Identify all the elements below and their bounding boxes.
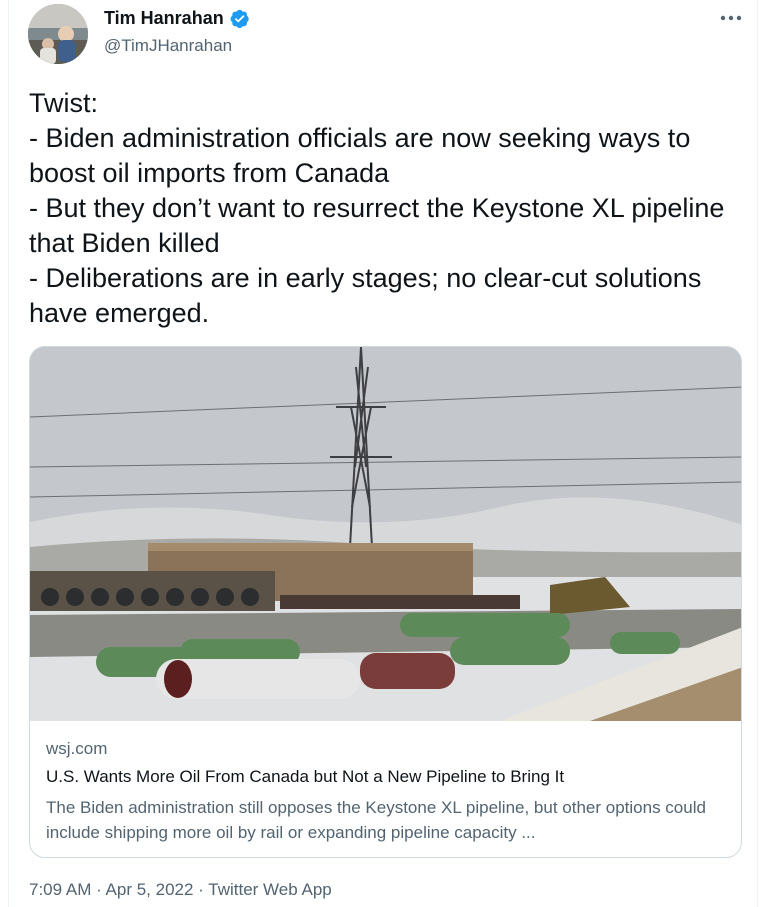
tweet-source[interactable]: Twitter Web App [208, 880, 331, 899]
verified-badge-icon [229, 8, 250, 29]
tweet-metadata: 7:09 AM · Apr 5, 2022 · Twitter Web App [29, 880, 332, 900]
link-card-domain: wsj.com [46, 739, 108, 758]
separator: · [91, 880, 106, 899]
separator: · [193, 880, 209, 899]
tweet-text: Twist: - Biden administration officials … [29, 88, 725, 328]
avatar-photo [28, 4, 88, 64]
author-display-name[interactable]: Tim Hanrahan [104, 8, 224, 29]
link-card-image[interactable] [30, 347, 742, 721]
link-card-description: The Biden administration still opposes t… [46, 798, 706, 842]
tweet-time[interactable]: 7:09 AM [29, 880, 91, 899]
link-card[interactable]: wsj.com U.S. Wants More Oil From Canada … [29, 346, 742, 858]
avatar[interactable] [28, 4, 88, 64]
link-card-title[interactable]: U.S. Wants More Oil From Canada but Not … [46, 767, 564, 787]
author-name-row: Tim Hanrahan [104, 8, 250, 29]
author-handle[interactable]: @TimJHanrahan [104, 36, 232, 56]
tweet-date[interactable]: Apr 5, 2022 [106, 880, 194, 899]
more-horizontal-icon[interactable] [718, 6, 744, 30]
